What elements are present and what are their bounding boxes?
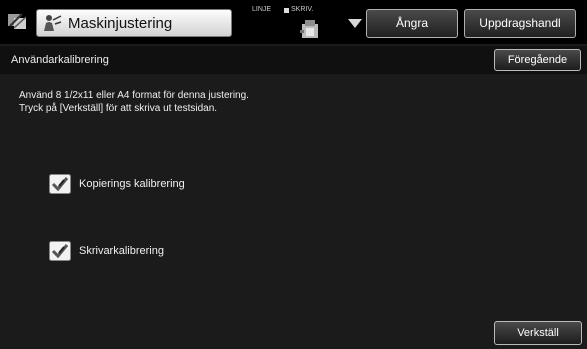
user-adjust-icon bbox=[44, 15, 62, 31]
status-dropdown-button[interactable] bbox=[343, 9, 367, 37]
copy-calibration-label: Kopierings kalibrering bbox=[79, 178, 185, 190]
checkbox-checked-icon bbox=[49, 241, 71, 261]
print-status-label: SKRIV. bbox=[291, 6, 314, 13]
printer-calibration-label: Skrivarkalibrering bbox=[79, 245, 164, 257]
execute-button[interactable]: Verkställ bbox=[494, 321, 582, 345]
mode-title: Maskinjustering bbox=[68, 15, 173, 32]
top-bar: Maskinjustering LINJE SKRIV. Ångra Uppdr… bbox=[0, 0, 587, 44]
copy-calibration-option[interactable]: Kopierings kalibrering bbox=[49, 174, 209, 196]
job-status-button[interactable]: Uppdragshandl bbox=[464, 9, 576, 38]
checkbox-checked-icon bbox=[49, 174, 71, 194]
printer-device-icon bbox=[300, 20, 318, 38]
line-status-label: LINJE bbox=[252, 6, 272, 13]
instruction-line-1: Använd 8 1/2x11 eller A4 format för denn… bbox=[19, 90, 249, 101]
mode-title-box: Maskinjustering bbox=[36, 9, 232, 37]
back-button[interactable]: Föregående bbox=[494, 49, 581, 71]
screen: Maskinjustering LINJE SKRIV. Ångra Uppdr… bbox=[0, 0, 587, 349]
print-indicator-icon bbox=[284, 8, 289, 13]
instruction-line-2: Tryck på [Verkställ] för att skriva ut t… bbox=[19, 103, 218, 114]
chevron-down-icon bbox=[348, 19, 362, 28]
undo-button[interactable]: Ångra bbox=[366, 9, 458, 38]
tools-icon[interactable] bbox=[8, 12, 28, 30]
printer-calibration-option[interactable]: Skrivarkalibrering bbox=[49, 241, 179, 263]
screen-title: Användarkalibrering bbox=[11, 54, 109, 66]
job-status-area: LINJE SKRIV. bbox=[240, 4, 340, 42]
